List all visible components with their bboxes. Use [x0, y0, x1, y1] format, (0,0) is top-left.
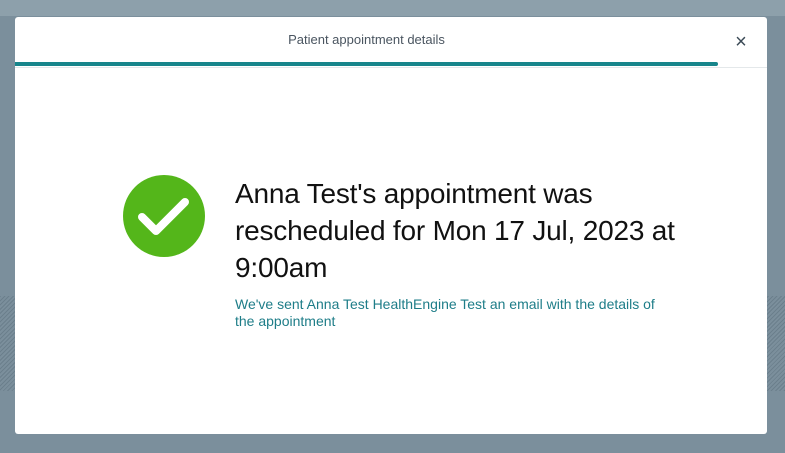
check-circle-icon [123, 175, 205, 257]
checkmark-glyph [138, 198, 189, 235]
modal-title: Patient appointment details [288, 32, 445, 47]
close-icon[interactable]: × [731, 30, 751, 54]
progress-track [15, 62, 718, 66]
confirmation-subtext: We've sent Anna Test HealthEngine Test a… [235, 296, 655, 329]
progress-fill [15, 62, 718, 66]
confirmation-heading: Anna Test's appointment was rescheduled … [235, 178, 675, 283]
backdrop-top-bar [0, 0, 785, 16]
modal-header: Patient appointment details × [15, 17, 767, 68]
confirmation-message: Anna Test's appointment was rescheduled … [235, 175, 675, 330]
appointment-details-modal: Patient appointment details × Anna Test'… [15, 17, 767, 434]
